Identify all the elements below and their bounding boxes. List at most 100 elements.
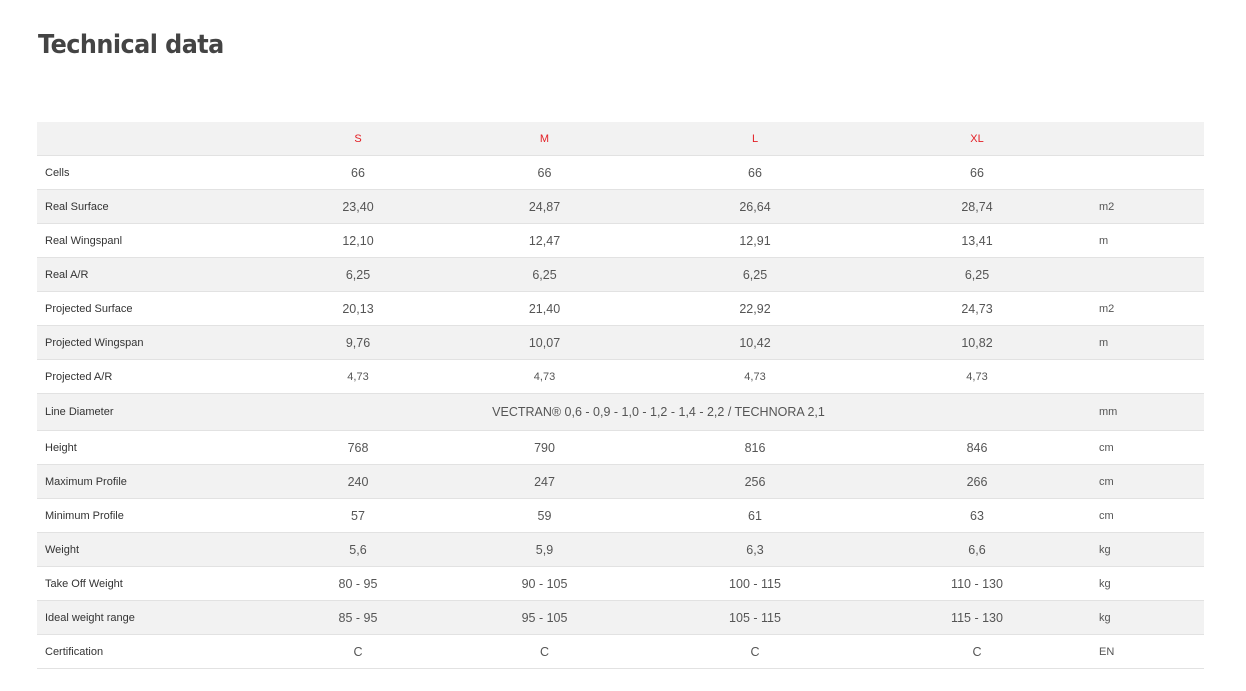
value-cell: 85 - 95 [250,600,466,635]
value-cell: 28,74 [887,189,1067,224]
value-cell: 4,73 [466,359,623,394]
size-header-l: L [623,122,887,156]
value-cell: 240 [250,464,466,499]
value-cell: 22,92 [623,291,887,326]
value-cell: 4,73 [250,359,466,394]
line-diameter-value: VECTRAN® 0,6 - 0,9 - 1,0 - 1,2 - 1,4 - 2… [250,393,1067,431]
unit-cell [1067,257,1204,292]
value-cell: 846 [887,430,1067,465]
value-cell: 57 [250,498,466,533]
technical-data-table: S M L XL Cells 66 66 66 66 Real Surface … [37,122,1204,669]
value-cell: 5,9 [466,532,623,567]
unit-cell: m2 [1067,291,1204,326]
row-label: Real Wingspanl [37,223,250,258]
row-label: Minimum Profile [37,498,250,533]
table-row: Line Diameter VECTRAN® 0,6 - 0,9 - 1,0 -… [37,393,1204,431]
value-cell: 12,10 [250,223,466,258]
value-cell: 12,91 [623,223,887,258]
value-cell: 10,82 [887,325,1067,360]
value-cell: 100 - 115 [623,566,887,601]
value-cell: 247 [466,464,623,499]
value-cell: 6,3 [623,532,887,567]
row-label: Height [37,430,250,465]
value-cell: 4,73 [623,359,887,394]
value-cell: 790 [466,430,623,465]
table-row: Maximum Profile 240 247 256 266 cm [37,464,1204,499]
value-cell: C [887,634,1067,669]
value-cell: 66 [623,155,887,190]
table-row: Projected A/R 4,73 4,73 4,73 4,73 [37,359,1204,394]
page-title: Technical data [38,30,224,60]
unit-cell [1067,359,1204,394]
value-cell: 10,42 [623,325,887,360]
value-cell: 13,41 [887,223,1067,258]
unit-cell: mm [1067,393,1204,431]
value-cell: 9,76 [250,325,466,360]
size-header-s: S [250,122,466,156]
value-cell: 5,6 [250,532,466,567]
value-cell: 20,13 [250,291,466,326]
row-label: Real Surface [37,189,250,224]
unit-cell: kg [1067,532,1204,567]
table-row: Height 768 790 816 846 cm [37,430,1204,465]
row-label: Take Off Weight [37,566,250,601]
row-label: Projected A/R [37,359,250,394]
value-cell: C [250,634,466,669]
table-row: Minimum Profile 57 59 61 63 cm [37,498,1204,533]
value-cell: 24,73 [887,291,1067,326]
value-cell: 63 [887,498,1067,533]
unit-cell: m2 [1067,189,1204,224]
value-cell: 768 [250,430,466,465]
row-label: Projected Surface [37,291,250,326]
value-cell: C [623,634,887,669]
value-cell: C [466,634,623,669]
size-header-row: S M L XL [37,122,1204,156]
table-row: Weight 5,6 5,9 6,3 6,6 kg [37,532,1204,567]
header-unit-cell [1067,122,1204,156]
table-row: Real Wingspanl 12,10 12,47 12,91 13,41 m [37,223,1204,258]
table-row: Projected Surface 20,13 21,40 22,92 24,7… [37,291,1204,326]
value-cell: 256 [623,464,887,499]
row-label: Line Diameter [37,393,250,431]
value-cell: 59 [466,498,623,533]
value-cell: 6,25 [623,257,887,292]
value-cell: 12,47 [466,223,623,258]
table-row: Take Off Weight 80 - 95 90 - 105 100 - 1… [37,566,1204,601]
unit-cell: cm [1067,430,1204,465]
value-cell: 66 [466,155,623,190]
row-label: Weight [37,532,250,567]
unit-cell [1067,155,1204,190]
unit-cell: EN [1067,634,1204,669]
table-row: Real A/R 6,25 6,25 6,25 6,25 [37,257,1204,292]
unit-cell: m [1067,325,1204,360]
table-row: Real Surface 23,40 24,87 26,64 28,74 m2 [37,189,1204,224]
unit-cell: cm [1067,464,1204,499]
value-cell: 6,25 [250,257,466,292]
row-label: Real A/R [37,257,250,292]
header-empty-cell [37,122,250,156]
table-row: Cells 66 66 66 66 [37,155,1204,190]
value-cell: 95 - 105 [466,600,623,635]
value-cell: 26,64 [623,189,887,224]
value-cell: 6,6 [887,532,1067,567]
value-cell: 816 [623,430,887,465]
table-row: Certification C C C C EN [37,634,1204,669]
value-cell: 6,25 [887,257,1067,292]
unit-cell: cm [1067,498,1204,533]
value-cell: 80 - 95 [250,566,466,601]
value-cell: 66 [250,155,466,190]
size-header-m: M [466,122,623,156]
value-cell: 24,87 [466,189,623,224]
table-row: Projected Wingspan 9,76 10,07 10,42 10,8… [37,325,1204,360]
unit-cell: kg [1067,566,1204,601]
value-cell: 21,40 [466,291,623,326]
value-cell: 266 [887,464,1067,499]
size-header-xl: XL [887,122,1067,156]
unit-cell: m [1067,223,1204,258]
row-label: Maximum Profile [37,464,250,499]
row-label: Cells [37,155,250,190]
row-label: Certification [37,634,250,669]
value-cell: 90 - 105 [466,566,623,601]
value-cell: 110 - 130 [887,566,1067,601]
table-row: Ideal weight range 85 - 95 95 - 105 105 … [37,600,1204,635]
